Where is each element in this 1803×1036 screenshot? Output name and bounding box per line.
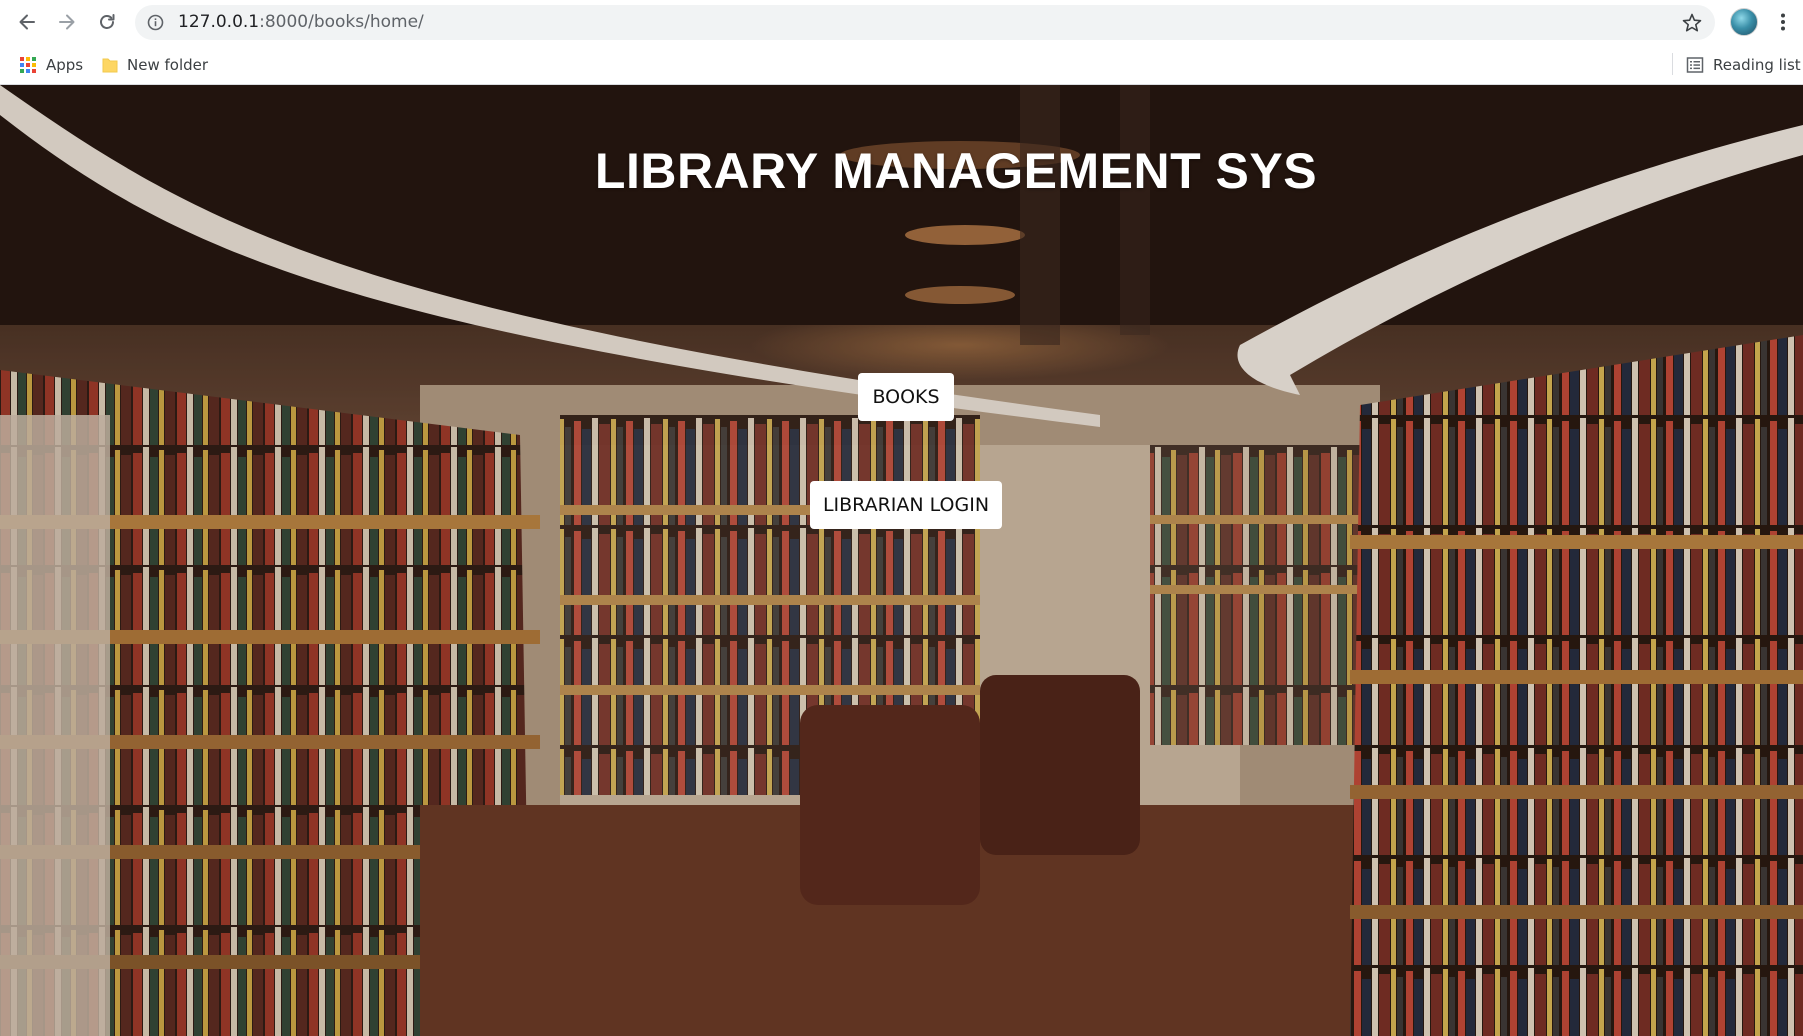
url-host: 127.0.0.1 xyxy=(178,12,260,32)
arrow-left-icon xyxy=(19,14,35,30)
profile-avatar[interactable] xyxy=(1730,8,1758,36)
bookmark-apps[interactable]: Apps xyxy=(19,44,83,85)
browser-menu-button[interactable] xyxy=(1768,7,1798,37)
info-icon[interactable] xyxy=(147,14,164,31)
browser-toolbar: 127.0.0.1:8000/books/home/ xyxy=(0,0,1803,44)
reading-list-icon xyxy=(1686,56,1704,73)
address-bar[interactable]: 127.0.0.1:8000/books/home/ xyxy=(135,5,1715,40)
url-path: :8000/books/home/ xyxy=(259,12,424,32)
apps-grid-icon xyxy=(20,56,36,73)
folder-icon xyxy=(102,58,118,72)
bookmark-folder-label: New folder xyxy=(127,55,209,74)
forward-button[interactable] xyxy=(52,7,82,37)
reload-button[interactable] xyxy=(92,7,122,37)
star-icon[interactable] xyxy=(1681,12,1703,34)
library-home-page: LIBRARY MANAGEMENT SYS BOOKS LIBRARIAN L… xyxy=(0,85,1803,1036)
bookmark-apps-label: Apps xyxy=(46,55,84,74)
bookmarks-bar: Apps New folder Reading list xyxy=(0,44,1803,85)
reading-list-label: Reading list xyxy=(1713,55,1801,74)
library-background-image xyxy=(0,85,1803,1036)
more-vertical-icon xyxy=(1781,13,1785,31)
url-text[interactable]: 127.0.0.1:8000/books/home/ xyxy=(178,5,424,40)
librarian-login-button[interactable]: LIBRARIAN LOGIN xyxy=(810,481,1002,529)
site-title: LIBRARY MANAGEMENT SYS xyxy=(594,143,1318,199)
arrow-right-icon xyxy=(59,14,75,30)
reading-list-button[interactable]: Reading list xyxy=(1686,44,1801,85)
books-button[interactable]: BOOKS xyxy=(858,373,954,421)
bookmarks-divider xyxy=(1672,53,1673,75)
reload-icon xyxy=(100,14,115,29)
back-button[interactable] xyxy=(12,7,42,37)
bookmark-new-folder[interactable]: New folder xyxy=(102,44,208,85)
